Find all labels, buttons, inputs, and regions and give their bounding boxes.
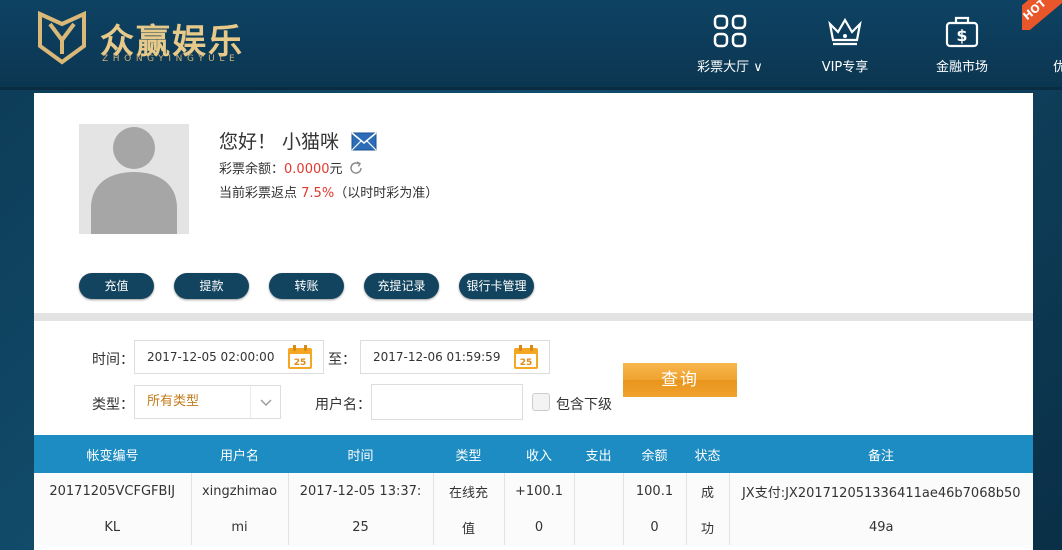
nav-vip[interactable]: VIP专享 bbox=[790, 14, 900, 75]
deposit-button[interactable]: 充值 bbox=[79, 273, 154, 299]
to-label: 至： bbox=[328, 352, 356, 368]
type-select[interactable]: 所有类型 bbox=[134, 385, 281, 419]
nav-finance[interactable]: $ 金融市场 bbox=[907, 14, 1017, 75]
table-row: 20171205VCFGFBIJ xingzhimao 2017-12-05 1… bbox=[34, 473, 1033, 509]
greeting: 您好！ 小猫咪 bbox=[219, 127, 377, 154]
rebate-value: 7.5% bbox=[301, 186, 335, 201]
col-header: 收入 bbox=[504, 435, 574, 473]
table-cell: 49a bbox=[728, 509, 1033, 545]
balance-value: 0.0000 bbox=[284, 162, 330, 177]
type-select-value: 所有类型 bbox=[147, 394, 200, 409]
money-bag-icon: $ bbox=[945, 16, 979, 48]
calendar-day: 25 bbox=[520, 358, 533, 368]
main-nav: 彩票大厅 ∨ VIP专享 $ 金融市场 优惠活动 HOT bbox=[582, 0, 1062, 90]
table-cell: xingzhimao bbox=[190, 473, 288, 509]
end-time-input[interactable]: 2017-12-06 01:59:59 25 bbox=[360, 340, 550, 374]
table-row: KL mi 25 值 0 0 功 49a bbox=[34, 509, 1033, 545]
time-label: 时间： bbox=[92, 352, 134, 368]
include-sub-checkbox[interactable] bbox=[532, 393, 550, 411]
balance-unit: 元 bbox=[329, 162, 343, 177]
chevron-down-icon bbox=[250, 386, 280, 418]
nav-promotions-label: 优惠活动 bbox=[1052, 60, 1062, 75]
col-header: 备注 bbox=[729, 435, 1033, 473]
nav-vip-label: VIP专享 bbox=[821, 60, 869, 75]
end-time-value: 2017-12-06 01:59:59 bbox=[373, 350, 501, 364]
calendar-day: 25 bbox=[294, 358, 307, 368]
withdraw-button[interactable]: 提款 bbox=[174, 273, 249, 299]
calendar-icon[interactable]: 25 bbox=[513, 344, 539, 370]
brand-subtitle: ZHONGYINGYULE bbox=[102, 54, 240, 64]
account-panel: 您好！ 小猫咪 彩票余额：0.0000元 当前彩票返点 7.5%（以时时彩为准）… bbox=[34, 93, 1033, 550]
table-cell: 在线充 bbox=[432, 473, 504, 509]
bank-card-button[interactable]: 银行卡管理 bbox=[459, 273, 534, 299]
nav-lottery-hall-label: 彩票大厅 ∨ bbox=[697, 60, 763, 75]
transfer-button[interactable]: 转账 bbox=[269, 273, 344, 299]
username-input[interactable] bbox=[371, 384, 523, 420]
table-cell: JX支付:JX201712051336411ae46b7068b50 bbox=[728, 473, 1033, 509]
calendar-icon[interactable]: 25 bbox=[287, 344, 313, 370]
hot-ribbon: HOT bbox=[1022, 0, 1062, 30]
nav-lottery-hall[interactable]: 彩票大厅 ∨ bbox=[675, 14, 785, 75]
hot-tag: HOT bbox=[1022, 0, 1062, 30]
col-header: 帐变编号 bbox=[34, 435, 191, 473]
table-cell bbox=[573, 509, 623, 545]
user-silhouette-icon bbox=[91, 127, 177, 234]
top-header: 众赢娱乐 ZHONGYINGYULE 彩票大厅 ∨ VIP专享 $ 金融市场 优… bbox=[0, 0, 1062, 90]
type-label: 类型： bbox=[92, 397, 134, 413]
crown-icon bbox=[828, 17, 862, 46]
table-cell: 0 bbox=[622, 509, 686, 545]
include-sub-label: 包含下级 bbox=[556, 397, 612, 413]
greeting-text: 您好！ 小猫咪 bbox=[219, 131, 340, 153]
table-cell: 0 bbox=[503, 509, 574, 545]
brand-logo[interactable]: 众赢娱乐 ZHONGYINGYULE bbox=[36, 10, 276, 70]
col-header: 用户名 bbox=[191, 435, 288, 473]
grid-icon bbox=[713, 14, 747, 48]
rebate-note: （以时时彩为准） bbox=[334, 186, 439, 201]
balance-line: 彩票余额：0.0000元 bbox=[219, 158, 363, 177]
table-cell: +100.1 bbox=[503, 473, 574, 509]
refresh-icon[interactable] bbox=[349, 161, 363, 175]
table-cell: 20171205VCFGFBIJ bbox=[34, 473, 191, 509]
start-time-value: 2017-12-05 02:00:00 bbox=[147, 350, 275, 364]
logo-mark-icon bbox=[38, 10, 86, 65]
section-divider bbox=[34, 313, 1033, 321]
svg-text:$: $ bbox=[956, 26, 967, 45]
table-header-row: 帐变编号 用户名 时间 类型 收入 支出 余额 状态 备注 bbox=[34, 435, 1033, 473]
table-cell: 100.1 bbox=[622, 473, 686, 509]
balance-label: 彩票余额： bbox=[219, 162, 285, 177]
table-cell: 功 bbox=[685, 509, 729, 545]
username-label: 用户名： bbox=[315, 397, 371, 413]
table-cell: 25 bbox=[287, 509, 433, 545]
table-cell bbox=[573, 473, 623, 509]
mail-icon[interactable] bbox=[351, 132, 377, 151]
col-header: 类型 bbox=[433, 435, 504, 473]
records-button[interactable]: 充提记录 bbox=[364, 273, 439, 299]
col-header: 时间 bbox=[288, 435, 433, 473]
col-header: 状态 bbox=[686, 435, 729, 473]
table-cell: 值 bbox=[432, 509, 504, 545]
table-cell: 2017-12-05 13:37: bbox=[287, 473, 433, 509]
transactions-table: 帐变编号 用户名 时间 类型 收入 支出 余额 状态 备注 20171205VC… bbox=[34, 435, 1033, 545]
rebate-label: 当前彩票返点 bbox=[219, 186, 298, 201]
avatar bbox=[79, 124, 189, 234]
rebate-line: 当前彩票返点 7.5%（以时时彩为准） bbox=[219, 182, 438, 201]
table-cell: 成 bbox=[685, 473, 729, 509]
col-header: 支出 bbox=[574, 435, 623, 473]
start-time-input[interactable]: 2017-12-05 02:00:00 25 bbox=[134, 340, 324, 374]
col-header: 余额 bbox=[623, 435, 686, 473]
nav-finance-label: 金融市场 bbox=[935, 60, 988, 75]
query-button[interactable]: 查询 bbox=[623, 363, 737, 397]
table-cell: KL bbox=[34, 509, 191, 545]
table-cell: mi bbox=[190, 509, 288, 545]
